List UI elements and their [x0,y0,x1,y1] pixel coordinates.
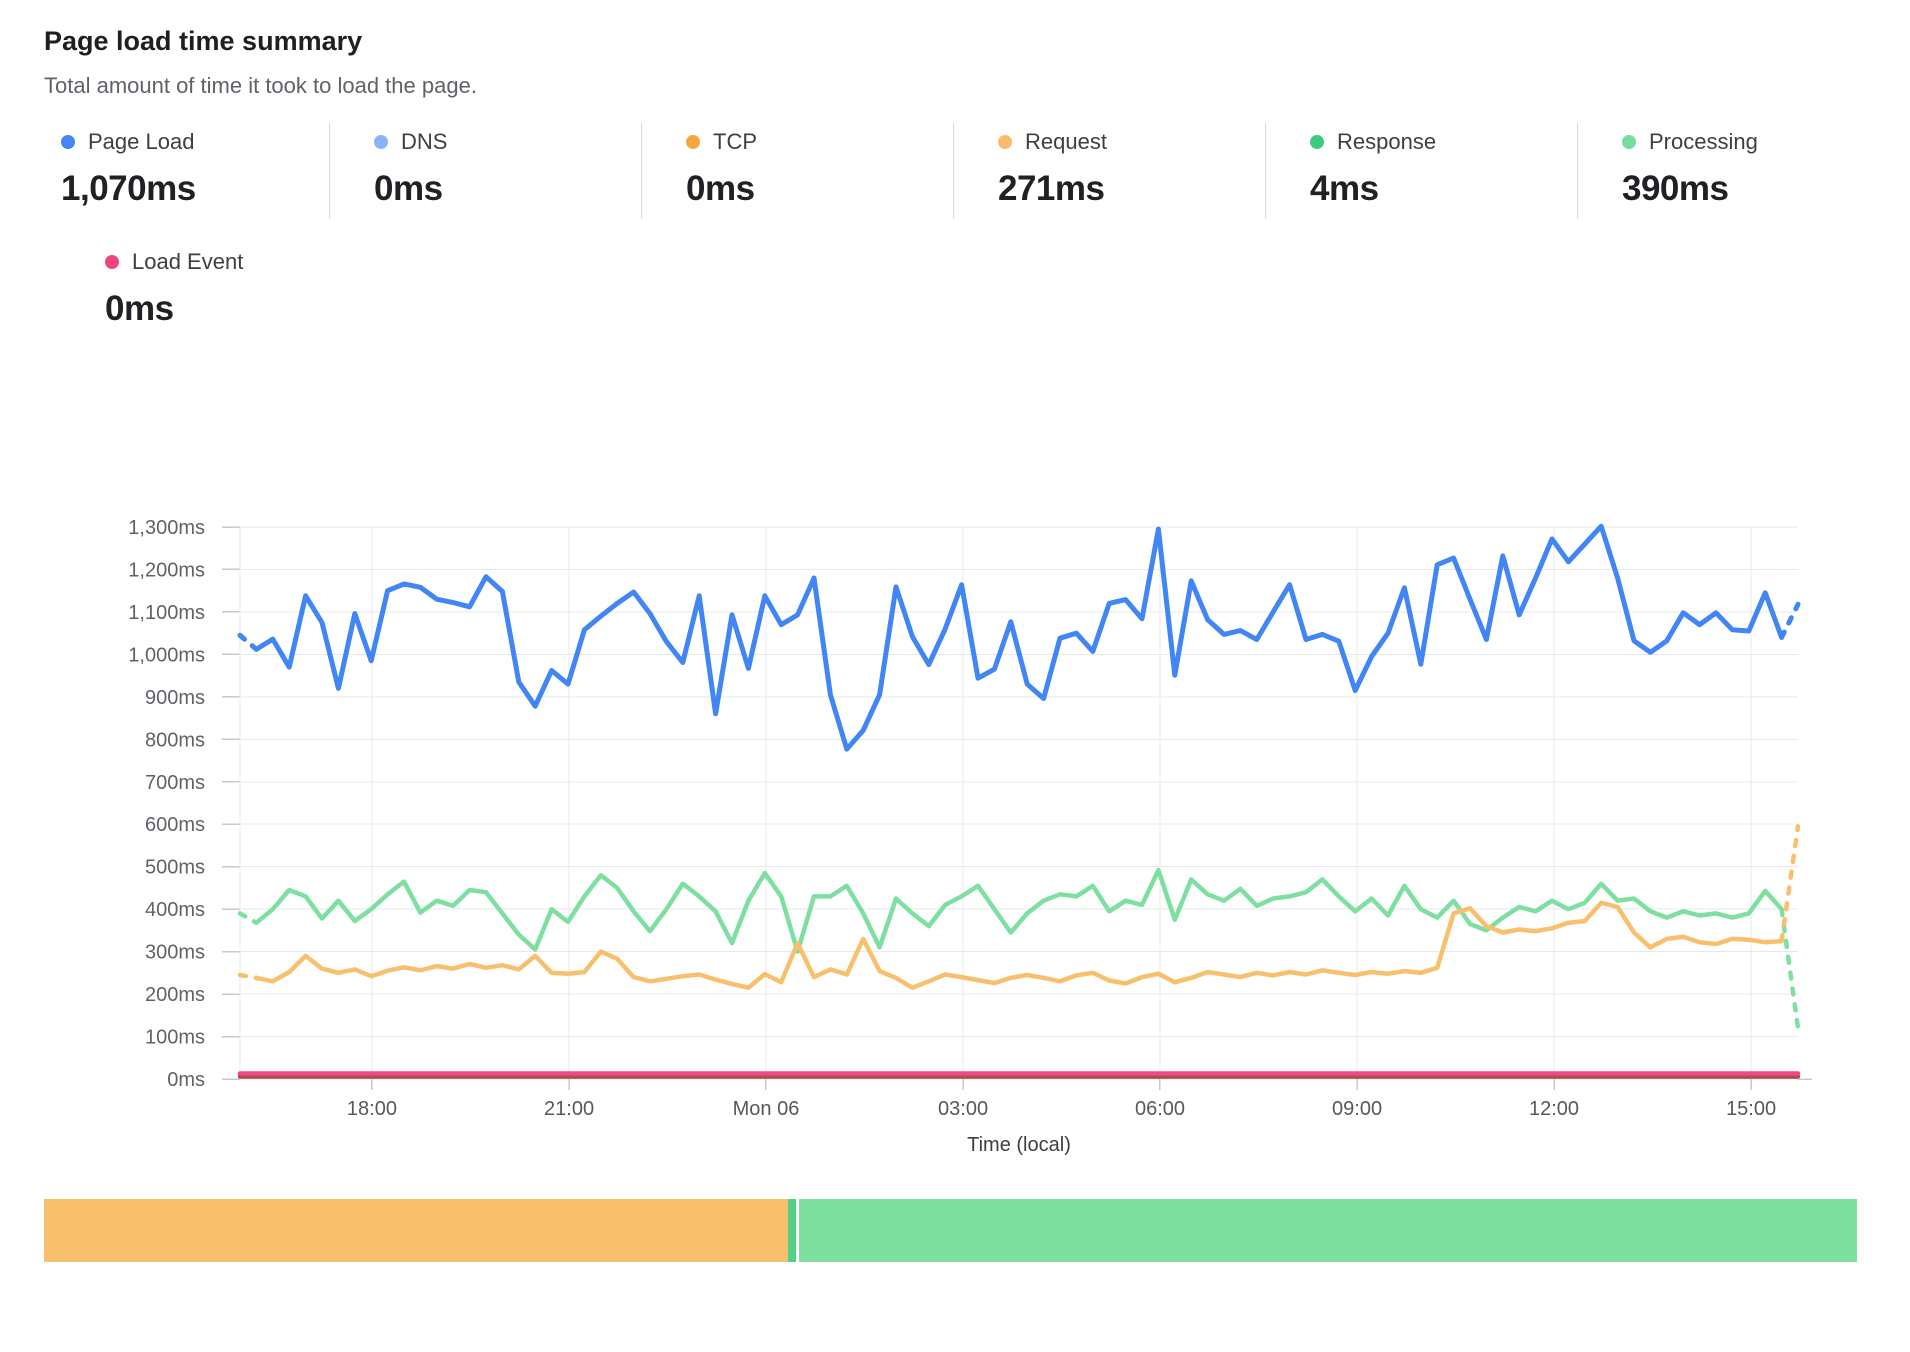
stat-tcp[interactable]: TCP 0ms [641,123,953,219]
stat-label: Request [1025,129,1107,155]
svg-text:700ms: 700ms [145,772,205,794]
stat-page-load[interactable]: Page Load 1,070ms [17,123,329,219]
stat-label: Page Load [88,129,194,155]
stat-label: DNS [401,129,447,155]
stat-value: 0ms [374,169,641,209]
stat-request[interactable]: Request 271ms [953,123,1265,219]
stat-label: Response [1337,129,1436,155]
stat-value: 0ms [686,169,953,209]
svg-text:0ms: 0ms [167,1069,205,1091]
metric-legend-row: Page Load 1,070ms DNS 0ms TCP 0ms Reques… [17,123,1889,219]
svg-text:600ms: 600ms [145,814,205,836]
svg-text:12:00: 12:00 [1529,1098,1579,1120]
processing-dot-icon [1622,135,1636,149]
svg-text:900ms: 900ms [145,687,205,709]
page-load-summary-card: Page load time summary Total amount of t… [0,0,1910,1262]
svg-text:18:00: 18:00 [347,1098,397,1120]
stat-value: 1,070ms [61,169,329,209]
svg-text:Mon 06: Mon 06 [733,1098,800,1120]
stat-load-event[interactable]: Load Event 0ms [61,243,1910,339]
svg-text:Time (local): Time (local) [967,1134,1071,1156]
svg-text:500ms: 500ms [145,857,205,879]
page-title: Page load time summary [44,26,1910,57]
svg-text:200ms: 200ms [145,984,205,1006]
svg-text:03:00: 03:00 [938,1098,988,1120]
svg-text:100ms: 100ms [145,1027,205,1049]
request-dot-icon [998,135,1012,149]
stat-label: Load Event [132,249,243,275]
stat-value: 0ms [105,289,1910,329]
stat-value: 390ms [1622,169,1889,209]
svg-text:800ms: 800ms [145,729,205,751]
dns-dot-icon [374,135,388,149]
svg-text:1,100ms: 1,100ms [128,602,205,624]
stat-label: Processing [1649,129,1758,155]
bar-segment-request-share [44,1199,788,1262]
svg-text:15:00: 15:00 [1726,1098,1776,1120]
response-dot-icon [1310,135,1324,149]
stat-label: TCP [713,129,757,155]
svg-text:300ms: 300ms [145,942,205,964]
svg-text:1,000ms: 1,000ms [128,644,205,666]
stat-value: 4ms [1310,169,1577,209]
stat-value: 271ms [998,169,1265,209]
stat-processing[interactable]: Processing 390ms [1577,123,1889,219]
page-load-time-chart[interactable]: 0ms 100ms 200ms 300ms 400ms 500ms 600ms 700ms 80… [44,379,1910,1169]
bar-segment-divider-sliver [788,1199,796,1262]
bar-segment-processing-share [799,1199,1857,1262]
svg-text:400ms: 400ms [145,899,205,921]
stat-response[interactable]: Response 4ms [1265,123,1577,219]
page-load-dot-icon [61,135,75,149]
page-subtitle: Total amount of time it took to load the… [44,73,1910,99]
tcp-dot-icon [686,135,700,149]
load-event-dot-icon [105,255,119,269]
svg-text:1,300ms: 1,300ms [128,517,205,539]
request-processing-ratio-bar[interactable] [44,1199,1857,1262]
svg-text:21:00: 21:00 [544,1098,594,1120]
svg-text:09:00: 09:00 [1332,1098,1382,1120]
stat-dns[interactable]: DNS 0ms [329,123,641,219]
svg-text:1,200ms: 1,200ms [128,559,205,581]
svg-text:06:00: 06:00 [1135,1098,1185,1120]
